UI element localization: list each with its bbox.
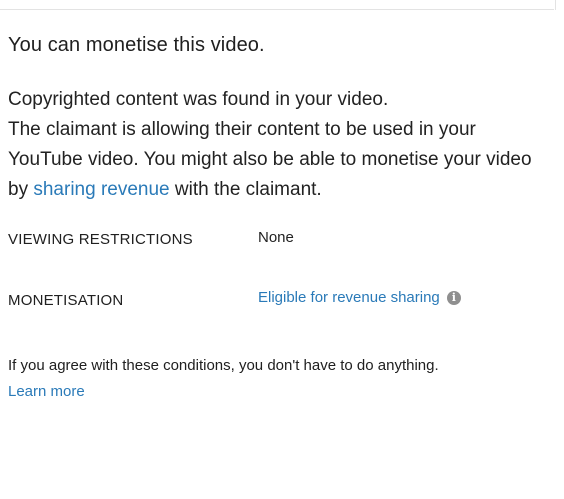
claim-description: Copyrighted content was found in your vi…: [8, 85, 564, 205]
viewing-restrictions-label: VIEWING RESTRICTIONS: [8, 231, 193, 248]
info-icon[interactable]: i: [446, 290, 461, 305]
agreement-note: If you agree with these conditions, you …: [8, 357, 439, 374]
body-line-4: by sharing revenue with the claimant.: [8, 175, 564, 205]
top-divider: [0, 9, 554, 10]
sharing-revenue-link[interactable]: sharing revenue: [33, 179, 169, 200]
learn-more-link[interactable]: Learn more: [8, 383, 85, 400]
body-line-3: YouTube video. You might also be able to…: [8, 149, 532, 170]
monetisation-label: MONETISATION: [8, 292, 124, 309]
body-line-1: Copyrighted content was found in your vi…: [8, 89, 389, 110]
viewing-restrictions-value: None: [258, 229, 294, 246]
right-divider: [555, 0, 556, 10]
eligible-revenue-sharing-link[interactable]: Eligible for revenue sharing: [258, 289, 440, 306]
body-line-4-prefix: by: [8, 179, 34, 200]
dialog-title: You can monetise this video.: [8, 34, 265, 56]
monetisation-value: Eligible for revenue sharing i: [258, 289, 461, 306]
viewing-restrictions-text: None: [258, 229, 294, 246]
monetisation-dialog: You can monetise this video. Copyrighted…: [0, 0, 564, 499]
body-line-2: The claimant is allowing their content t…: [8, 119, 476, 140]
body-line-4-suffix: with the claimant.: [169, 179, 322, 200]
